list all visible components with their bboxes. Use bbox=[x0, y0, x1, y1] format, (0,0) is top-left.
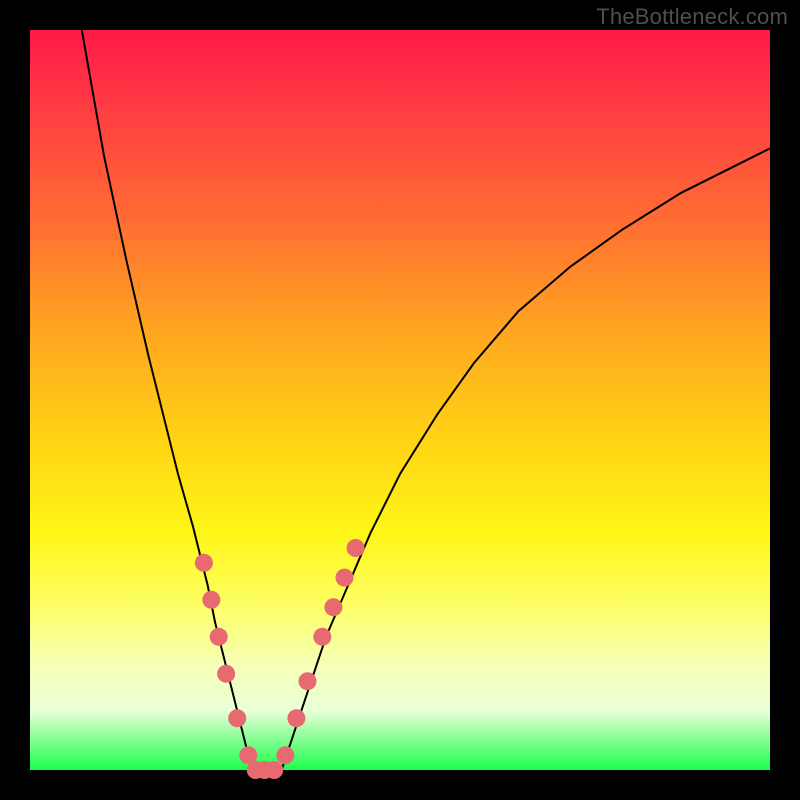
data-dot bbox=[202, 591, 220, 609]
data-dot bbox=[313, 628, 331, 646]
data-dot bbox=[276, 746, 294, 764]
data-dot bbox=[210, 628, 228, 646]
data-dot bbox=[336, 569, 354, 587]
data-dot bbox=[287, 709, 305, 727]
watermark-text: TheBottleneck.com bbox=[596, 4, 788, 30]
data-dot bbox=[265, 761, 283, 779]
chart-overlay bbox=[30, 30, 770, 770]
curve-right-branch bbox=[282, 148, 770, 770]
data-dot bbox=[195, 554, 213, 572]
data-dot bbox=[347, 539, 365, 557]
data-dot bbox=[228, 709, 246, 727]
data-dot bbox=[324, 598, 342, 616]
data-dots bbox=[195, 539, 365, 779]
curve-left-branch bbox=[82, 30, 252, 770]
data-dot bbox=[217, 665, 235, 683]
data-dot bbox=[299, 672, 317, 690]
chart-frame: TheBottleneck.com bbox=[0, 0, 800, 800]
